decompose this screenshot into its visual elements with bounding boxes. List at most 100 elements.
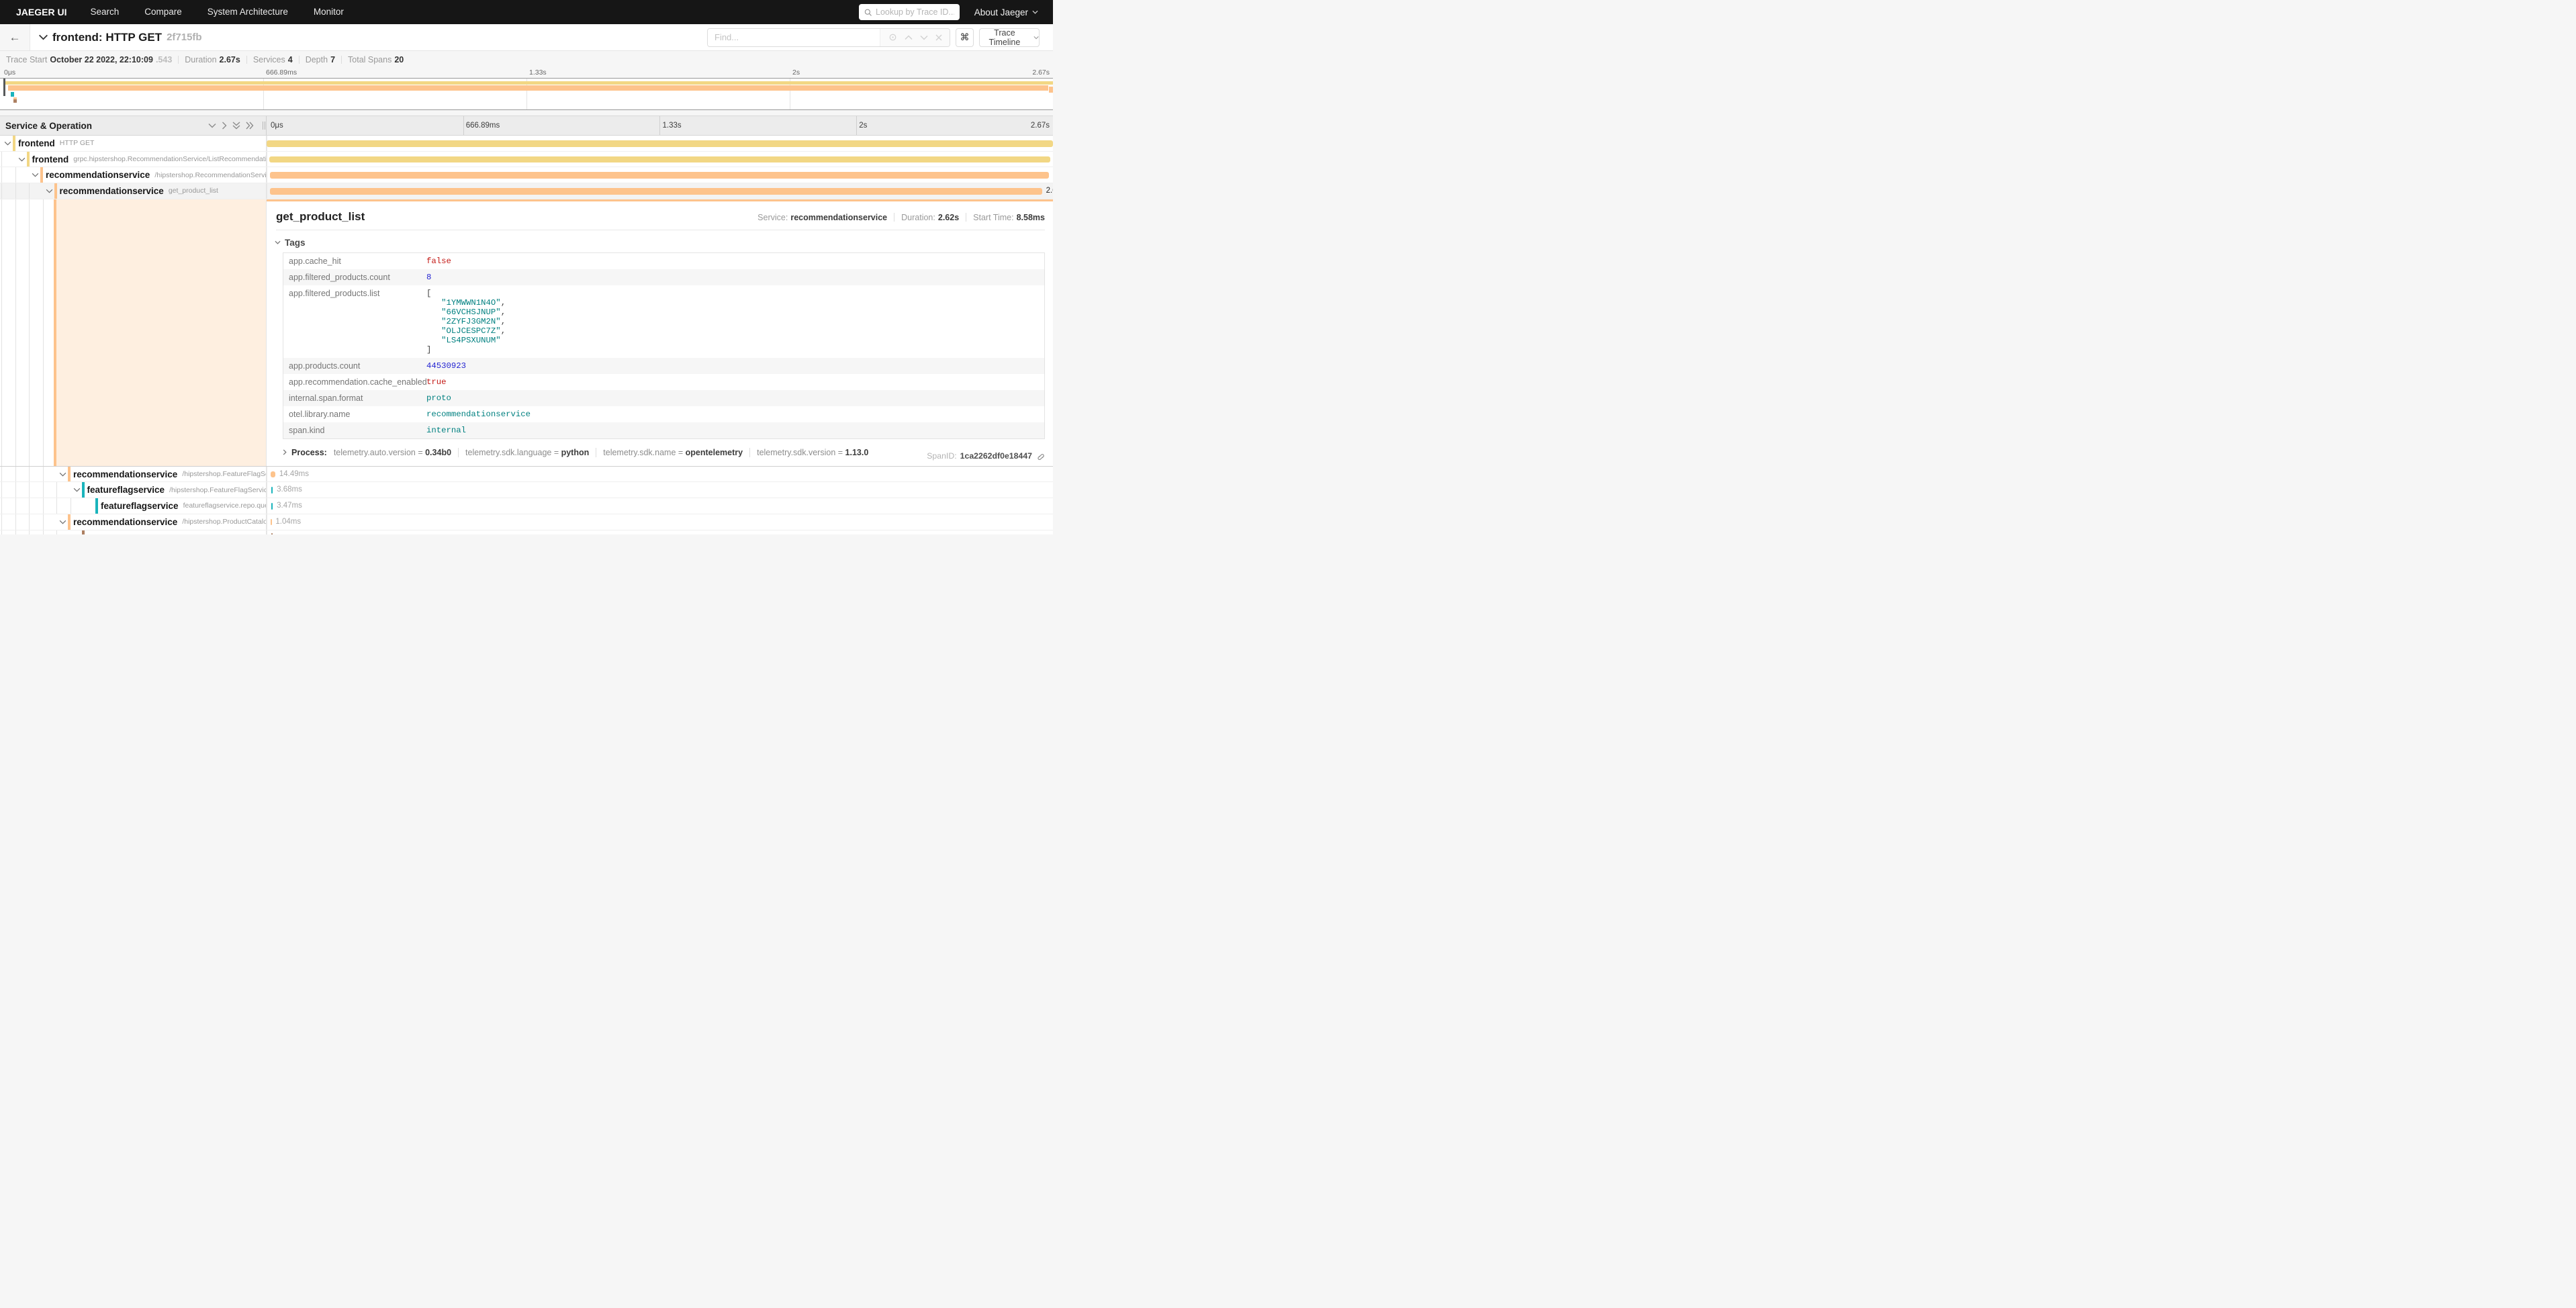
trace-title: frontend: HTTP GET	[52, 31, 162, 44]
collapse-trace-header-button[interactable]	[38, 34, 48, 40]
meta-label: Duration	[185, 55, 216, 64]
keyboard-shortcuts-button[interactable]: ⌘	[956, 28, 974, 47]
span-service-name: recommendationservice	[73, 517, 177, 527]
span-timeline-cell[interactable]: 14.49ms	[267, 467, 1053, 482]
expand-chevron-icon[interactable]	[32, 173, 39, 177]
tags-section-label: Tags	[285, 238, 306, 248]
nav-item-search[interactable]: Search	[77, 7, 132, 17]
clear-find-icon[interactable]	[935, 34, 942, 41]
expand-one-icon[interactable]	[222, 122, 227, 130]
span-row-frontend[interactable]: frontendgrpc.hipstershop.RecommendationS…	[0, 152, 1053, 168]
span-duration-bar[interactable]	[270, 188, 1042, 195]
trace-id-search-input[interactable]	[876, 7, 954, 17]
expand-chevron-icon[interactable]	[18, 157, 26, 162]
span-row-recommendationservice[interactable]: recommendationservice get_product_list 2.6…	[0, 183, 1053, 199]
tag-list-item: "2ZYFJ3GM2N"	[426, 317, 501, 326]
span-duration-bar[interactable]	[270, 172, 1049, 179]
tag-row[interactable]: app.recommendation.cache_enabledtrue	[283, 374, 1044, 390]
collapse-all-icon[interactable]	[232, 122, 240, 130]
expand-chevron-icon[interactable]	[59, 472, 66, 477]
meta-value: 7	[330, 55, 335, 64]
tag-row[interactable]: otel.library.namerecommendationservice	[283, 406, 1044, 422]
tag-row[interactable]: internal.span.formatproto	[283, 390, 1044, 406]
span-timeline-cell[interactable]: 1.04ms	[267, 514, 1053, 530]
tag-row[interactable]: app.products.count44530923	[283, 358, 1044, 374]
span-row-recommendationservice[interactable]: recommendationservice/hipstershop.Recomm…	[0, 167, 1053, 183]
span-service-name: recommendationservice	[60, 186, 164, 196]
trace-view-select[interactable]: Trace Timeline	[979, 28, 1040, 47]
collapse-one-icon[interactable]	[208, 123, 216, 128]
nav-item-system-architecture[interactable]: System Architecture	[195, 7, 301, 17]
trace-minimap[interactable]	[0, 78, 1053, 110]
find-control	[707, 28, 950, 47]
time-tick-label: 2s	[859, 122, 867, 130]
meta-label: Total Spans	[348, 55, 392, 64]
tag-row[interactable]: span.kindinternal	[283, 422, 1044, 438]
chevron-down-icon	[1032, 10, 1038, 14]
expand-chevron-icon[interactable]	[4, 141, 11, 146]
tag-row[interactable]: app.filtered_products.count8	[283, 269, 1044, 285]
trace-meta-bar: Trace StartOctober 22 2022, 22:10:09.543…	[0, 51, 1053, 68]
span-operation-name: get_product_list	[169, 187, 218, 195]
span-timeline-cell[interactable]: 2.62s	[267, 183, 1053, 199]
tag-value: 8	[421, 269, 436, 285]
span-operation-name: /hipstershop.FeatureFlagService/Ge...	[169, 486, 267, 494]
span-service-name: recommendationservice	[46, 170, 150, 180]
expand-chevron-icon[interactable]	[59, 520, 66, 524]
next-match-icon[interactable]	[920, 35, 928, 40]
span-duration-bar[interactable]	[271, 519, 272, 526]
span-duration-bar[interactable]	[271, 471, 275, 478]
prev-match-icon[interactable]	[905, 35, 913, 40]
service-color-strip	[40, 167, 43, 183]
tag-key: span.kind	[283, 422, 421, 438]
back-button[interactable]: ←	[0, 24, 30, 50]
time-tick-label: 2.67s	[1031, 122, 1050, 130]
span-duration-label: 3.47ms	[277, 502, 302, 510]
span-timeline-cell[interactable]	[267, 136, 1053, 151]
span-timeline-cell[interactable]: 3.47ms	[267, 498, 1053, 514]
find-input[interactable]	[708, 29, 880, 46]
nav-item-monitor[interactable]: Monitor	[301, 7, 357, 17]
span-row-featureflagservice[interactable]: featureflagservicefeatureflagservice.rep…	[0, 498, 1053, 514]
column-resize-handle[interactable]	[263, 122, 265, 130]
span-service-name: featureflagservice	[87, 485, 165, 495]
tag-list-item: "66VCHSJNUP"	[426, 308, 501, 317]
span-duration-bar[interactable]	[267, 140, 1053, 147]
expand-chevron-icon[interactable]	[73, 487, 81, 492]
span-duration-bar[interactable]	[269, 156, 1050, 163]
app-brand[interactable]: JAEGER UI	[16, 7, 66, 17]
span-timeline-cell[interactable]	[267, 167, 1053, 183]
span-duration-bar[interactable]	[271, 487, 273, 494]
span-timeline-cell[interactable]	[267, 152, 1053, 167]
span-row-frontend[interactable]: frontendHTTP GET	[0, 136, 1053, 152]
expand-chevron-icon[interactable]	[46, 189, 53, 193]
tag-value: false	[421, 253, 457, 269]
meta-value: 20	[394, 55, 404, 64]
tag-row[interactable]: app.filtered_products.list[ "1YMWWN1N4O"…	[283, 285, 1044, 358]
divider	[246, 56, 247, 64]
time-tick-label: 1.33s	[663, 122, 682, 130]
time-tick-label: 2s	[792, 68, 800, 77]
service-color-strip	[13, 136, 15, 151]
tag-row[interactable]: app.cache_hitfalse	[283, 253, 1044, 269]
tags-section-toggle[interactable]: Tags	[275, 238, 1045, 248]
span-row-recommendationservice[interactable]: recommendationservice/hipstershop.Featur…	[0, 467, 1053, 483]
span-row-recommendationservice[interactable]: recommendationservice/hipstershop.Produc…	[0, 514, 1053, 530]
expand-all-icon[interactable]	[246, 122, 254, 130]
trace-header: ← frontend: HTTP GET 2f715fb	[0, 24, 1053, 51]
span-duration-label: 2.62s	[1046, 187, 1053, 195]
span-service-name: featureflagservice	[101, 501, 179, 511]
span-row-featureflagservice[interactable]: featureflagservice/hipstershop.FeatureFl…	[0, 482, 1053, 498]
tag-key: app.filtered_products.list	[283, 285, 421, 358]
span-duration-bar[interactable]	[271, 503, 273, 510]
minimap-span-bar	[13, 99, 17, 103]
focus-match-icon[interactable]	[888, 33, 897, 42]
service-color-strip	[54, 183, 57, 199]
process-label: Process:	[291, 448, 327, 457]
deep-link-icon[interactable]	[1036, 451, 1045, 461]
trace-id-search[interactable]	[859, 4, 960, 20]
nav-item-compare[interactable]: Compare	[132, 7, 195, 17]
about-jaeger-menu[interactable]: About Jaeger	[974, 7, 1038, 17]
span-detail-indent	[0, 199, 267, 466]
span-timeline-cell[interactable]: 3.68ms	[267, 482, 1053, 498]
